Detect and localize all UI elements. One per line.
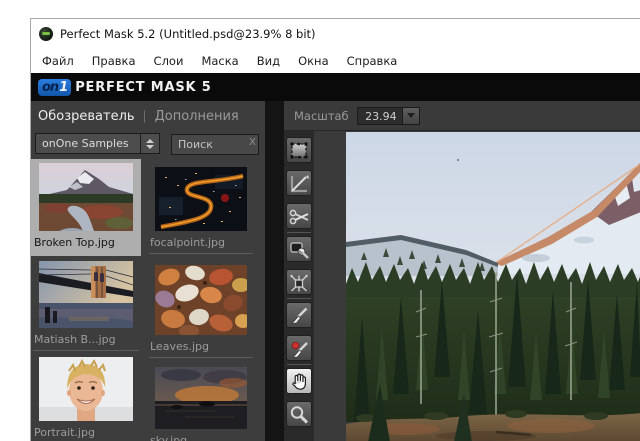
magnifier-icon: [290, 406, 309, 424]
thumbnail-image-broken-top: [39, 163, 133, 231]
tool-group-divider: [287, 232, 311, 233]
tool-touchup-brush[interactable]: [286, 335, 312, 361]
thumbnail-image-focalpoint: [155, 167, 247, 231]
menu-edit[interactable]: Правка: [83, 51, 145, 71]
app-icon: [39, 27, 53, 41]
source-spinner-button[interactable]: [141, 133, 160, 154]
thumbnail-label: Leaves.jpg: [149, 340, 253, 358]
tool-column: [284, 131, 314, 441]
app-header: on 1 PERFECT MASK 5: [31, 73, 640, 101]
thumbnail-sky[interactable]: sky.jpg: [147, 363, 255, 441]
thumbnail-label: Matiash B...jpg: [33, 333, 139, 351]
thumbnail-image-portrait: [39, 357, 133, 421]
menu-view[interactable]: Вид: [248, 51, 289, 71]
zoom-dropdown-icon: [406, 113, 415, 118]
masking-bug-tool-icon: [290, 274, 308, 292]
thumbnail-matiash[interactable]: Matiash B...jpg: [31, 257, 141, 353]
browser-controls: onOne Samples X: [31, 132, 265, 156]
tool-magic-brush[interactable]: [286, 236, 312, 262]
trim-tool-icon: [290, 175, 309, 193]
logo-one-text: 1: [59, 79, 69, 95]
tool-masking-bug[interactable]: [286, 269, 312, 295]
spinner-down-icon: [146, 144, 154, 149]
search-box: X: [171, 133, 259, 155]
thumbnail-label: focalpoint.jpg: [149, 236, 253, 254]
tool-transform[interactable]: [286, 137, 312, 163]
thumbnail-image-leaves: [155, 265, 247, 335]
thumbnail-label: sky.jpg: [149, 434, 253, 441]
thumbnail-portrait[interactable]: Portrait.jpg: [31, 353, 141, 441]
touchup-brush-tool-icon: [291, 341, 308, 359]
thumbnail-focalpoint[interactable]: focalpoint.jpg: [147, 159, 255, 256]
zoom-label: Масштаб: [294, 108, 349, 123]
app-title: PERFECT MASK 5: [75, 79, 212, 95]
zoom-value-field[interactable]: 23.94: [356, 106, 403, 125]
menu-windows[interactable]: Окна: [289, 51, 338, 71]
tab-extras[interactable]: Дополнения: [155, 109, 239, 124]
canvas-area: [314, 131, 640, 441]
menu-layers[interactable]: Слои: [145, 51, 193, 71]
tab-browser[interactable]: Обозреватель: [38, 109, 135, 124]
menu-file[interactable]: Файл: [33, 51, 83, 71]
app-window: Perfect Mask 5.2 (Untitled.psd@23.9% 8 b…: [30, 18, 640, 441]
thumbnail-label: Broken Top.jpg: [34, 236, 115, 249]
on1-logo-box: on 1: [38, 78, 72, 96]
panel-tabs: Обозреватель | Дополнения: [31, 101, 265, 131]
tool-zoom[interactable]: [286, 401, 312, 427]
tool-chisel[interactable]: [286, 203, 312, 229]
thumbnail-broken-top[interactable]: Broken Top.jpg: [31, 159, 141, 256]
app-area: on 1 PERFECT MASK 5 Обозреватель | Допол…: [31, 73, 640, 441]
magic-brush-tool-icon: [290, 242, 309, 259]
panel-divider-strip: [265, 101, 284, 441]
tool-refine-brush[interactable]: [286, 302, 312, 328]
thumbnail-image-matiash: [39, 261, 133, 328]
zoom-bar: Масштаб 23.94: [284, 101, 640, 131]
thumbnail-image-sky: [155, 367, 247, 429]
zoom-dropdown-button[interactable]: [402, 106, 420, 125]
window-title: Perfect Mask 5.2 (Untitled.psd@23.9% 8 b…: [60, 27, 316, 41]
tool-pan[interactable]: [286, 368, 312, 394]
hand-tool-icon: [292, 373, 306, 390]
menu-mask[interactable]: Маска: [192, 51, 247, 71]
transform-tool-icon: [290, 142, 308, 159]
source-dropdown[interactable]: onOne Samples: [35, 133, 141, 154]
browser-panel: Обозреватель | Дополнения onOne Samples …: [31, 101, 265, 441]
menu-bar: Файл Правка Слои Маска Вид Окна Справка: [31, 49, 640, 73]
tool-trim[interactable]: [286, 170, 312, 196]
logo-on-text: on: [42, 79, 59, 95]
title-bar: Perfect Mask 5.2 (Untitled.psd@23.9% 8 b…: [31, 19, 640, 49]
search-input[interactable]: [171, 134, 259, 155]
menu-help[interactable]: Справка: [338, 51, 407, 71]
tab-divider: |: [142, 109, 147, 123]
search-clear-button[interactable]: X: [249, 137, 256, 148]
on1-logo: on 1: [38, 78, 72, 96]
refine-brush-tool-icon: [291, 307, 308, 325]
scissors-icon: [289, 209, 309, 225]
spinner-up-icon: [146, 138, 154, 143]
tool-group-divider: [287, 364, 311, 365]
tool-group-divider: [287, 298, 311, 299]
thumbnail-leaves[interactable]: Leaves.jpg: [147, 259, 255, 360]
canvas-image[interactable]: [346, 132, 640, 441]
thumbnail-label: Portrait.jpg: [33, 426, 139, 441]
